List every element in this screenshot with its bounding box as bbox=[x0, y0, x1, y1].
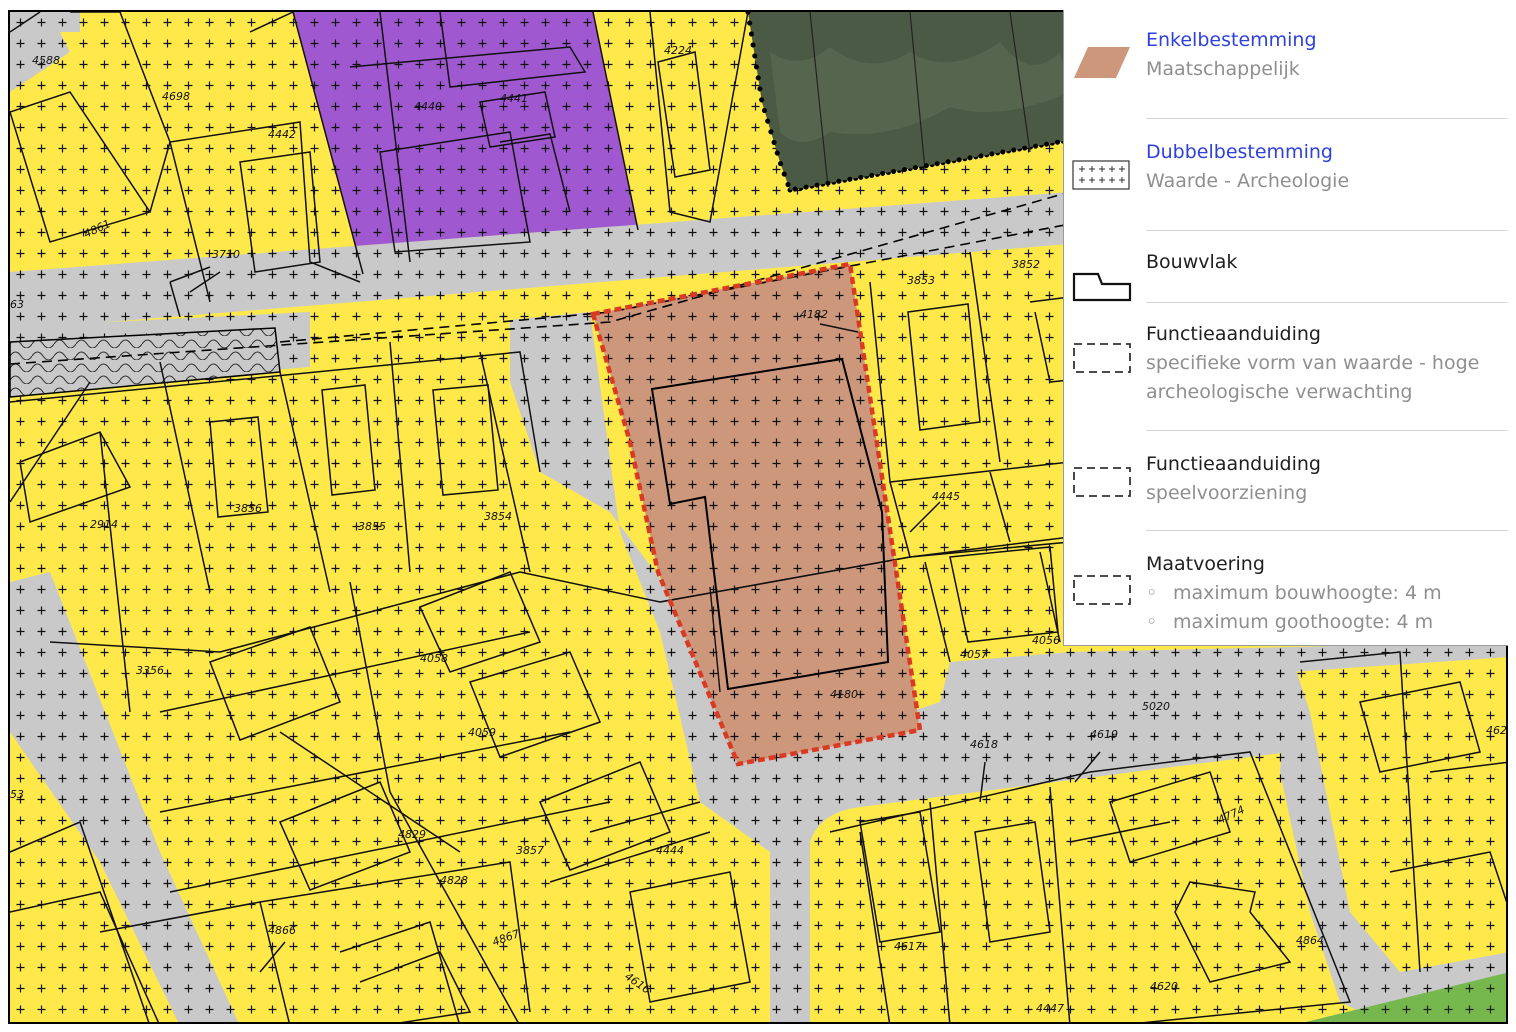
parcel-label: 3855 bbox=[358, 520, 386, 533]
legend-text: Bouwvlak bbox=[1146, 248, 1500, 277]
legend-subtitle: specifieke vorm van waarde - hoge bbox=[1146, 352, 1480, 374]
legend-separator bbox=[1146, 530, 1508, 531]
dashed-box-icon bbox=[1072, 464, 1132, 504]
parcel-label: 4617 bbox=[894, 940, 922, 953]
parcel-label: 4447 bbox=[1036, 1002, 1064, 1015]
legend-title: Functieaanduiding bbox=[1146, 453, 1321, 475]
dashed-box-icon bbox=[1072, 572, 1132, 612]
parcel-label: 4442 bbox=[268, 128, 296, 141]
parcel-label: 4059 bbox=[468, 726, 496, 739]
dashed-box-icon bbox=[1072, 340, 1132, 380]
parcel-label: 4180 bbox=[830, 688, 858, 701]
legend-text: Functieaanduiding speelvoorziening bbox=[1146, 450, 1500, 508]
legend-bullet-text: maximum bouwhoogte: 4 m bbox=[1173, 582, 1442, 604]
parcel-label: 4620 bbox=[1150, 980, 1178, 993]
parcel-label: 4829 bbox=[398, 828, 426, 841]
parcel-label: 4864 bbox=[1296, 934, 1324, 947]
parcel-label: 4698 bbox=[162, 90, 190, 103]
legend-text: Dubbelbestemming Waarde - Archeologie bbox=[1146, 138, 1500, 196]
parcel-label: 4444 bbox=[656, 844, 684, 857]
parcel-label: 4828 bbox=[440, 874, 468, 887]
parcel-label: 3857 bbox=[516, 844, 544, 857]
legend-title[interactable]: Enkelbestemming bbox=[1146, 26, 1500, 55]
parcel-label: 3856 bbox=[234, 502, 262, 515]
legend-panel: Enkelbestemming Maatschappelijk Dubbelbest… bbox=[1063, 10, 1508, 646]
parcel-label: 4445 bbox=[932, 490, 960, 503]
legend-title: Maatvoering bbox=[1146, 553, 1265, 575]
parcel-label: 4619 bbox=[1090, 728, 1118, 741]
legend-text: Functieaanduiding specifieke vorm van waa… bbox=[1146, 320, 1500, 407]
parcel-label: 4057 bbox=[960, 648, 988, 661]
legend-subtitle: speelvoorziening bbox=[1146, 482, 1308, 504]
parcel-label: 4056 bbox=[1032, 634, 1060, 647]
parcel-label: 3854 bbox=[484, 510, 512, 523]
parcel-label: 3356 bbox=[136, 664, 164, 677]
legend-text: Enkelbestemming Maatschappelijk bbox=[1146, 26, 1500, 84]
legend-text: Maatvoering ◦ maximum bouwhoogte: 4 m ◦ maxi… bbox=[1146, 550, 1500, 637]
legend-bullet: ◦ maximum goothoogte: 4 m bbox=[1146, 608, 1500, 637]
parcel-label: 4441 bbox=[500, 92, 528, 105]
legend-separator bbox=[1146, 430, 1508, 431]
brown-parallelogram-icon bbox=[1072, 42, 1132, 86]
parcel-label: 2914 bbox=[90, 518, 118, 531]
parcel-label: 4866 bbox=[268, 924, 296, 937]
parcel-label: 5020 bbox=[1142, 700, 1170, 713]
plus-pattern-box-icon bbox=[1072, 160, 1132, 196]
bullet-icon: ◦ bbox=[1146, 582, 1158, 604]
legend-title: Functieaanduiding bbox=[1146, 323, 1321, 345]
parcel-label: 4058 bbox=[420, 652, 448, 665]
parcel-label: 4224 bbox=[664, 44, 692, 57]
parcel-label: 462 bbox=[1486, 724, 1507, 737]
legend-subtitle: Waarde - Archeologie bbox=[1146, 170, 1350, 192]
parcel-label: 3852 bbox=[1012, 258, 1040, 271]
legend-separator bbox=[1146, 302, 1508, 303]
legend-separator bbox=[1146, 230, 1508, 231]
parcel-label: 3853 bbox=[907, 274, 935, 287]
legend-subtitle: Maatschappelijk bbox=[1146, 58, 1300, 80]
legend-separator bbox=[1146, 118, 1508, 119]
legend-bullet: ◦ maximum bouwhoogte: 4 m bbox=[1146, 579, 1500, 608]
parcel-label: 63 bbox=[10, 298, 24, 311]
parcel-label: 4588 bbox=[32, 54, 60, 67]
parcel-label: 3710 bbox=[212, 248, 240, 261]
parcel-label: 4440 bbox=[414, 100, 442, 113]
parcel-label: 53 bbox=[10, 788, 24, 801]
legend-subtitle: archeologische verwachting bbox=[1146, 381, 1413, 403]
parcel-label: 4182 bbox=[800, 308, 828, 321]
legend-title: Bouwvlak bbox=[1146, 251, 1238, 273]
legend-bullet-text: maximum goothoogte: 4 m bbox=[1173, 611, 1434, 633]
building-outline-icon bbox=[1072, 270, 1132, 308]
parcel-label: 4618 bbox=[970, 738, 998, 751]
legend-title[interactable]: Dubbelbestemming bbox=[1146, 138, 1500, 167]
bullet-icon: ◦ bbox=[1146, 611, 1158, 633]
